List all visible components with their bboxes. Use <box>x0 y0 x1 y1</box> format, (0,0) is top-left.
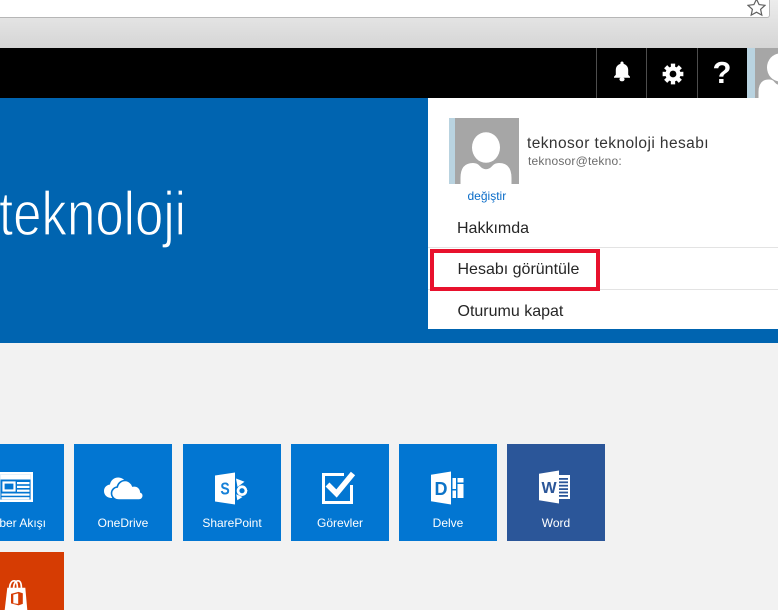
svg-text:S: S <box>220 479 230 499</box>
svg-text:W: W <box>541 480 557 497</box>
svg-text:D: D <box>435 479 448 499</box>
